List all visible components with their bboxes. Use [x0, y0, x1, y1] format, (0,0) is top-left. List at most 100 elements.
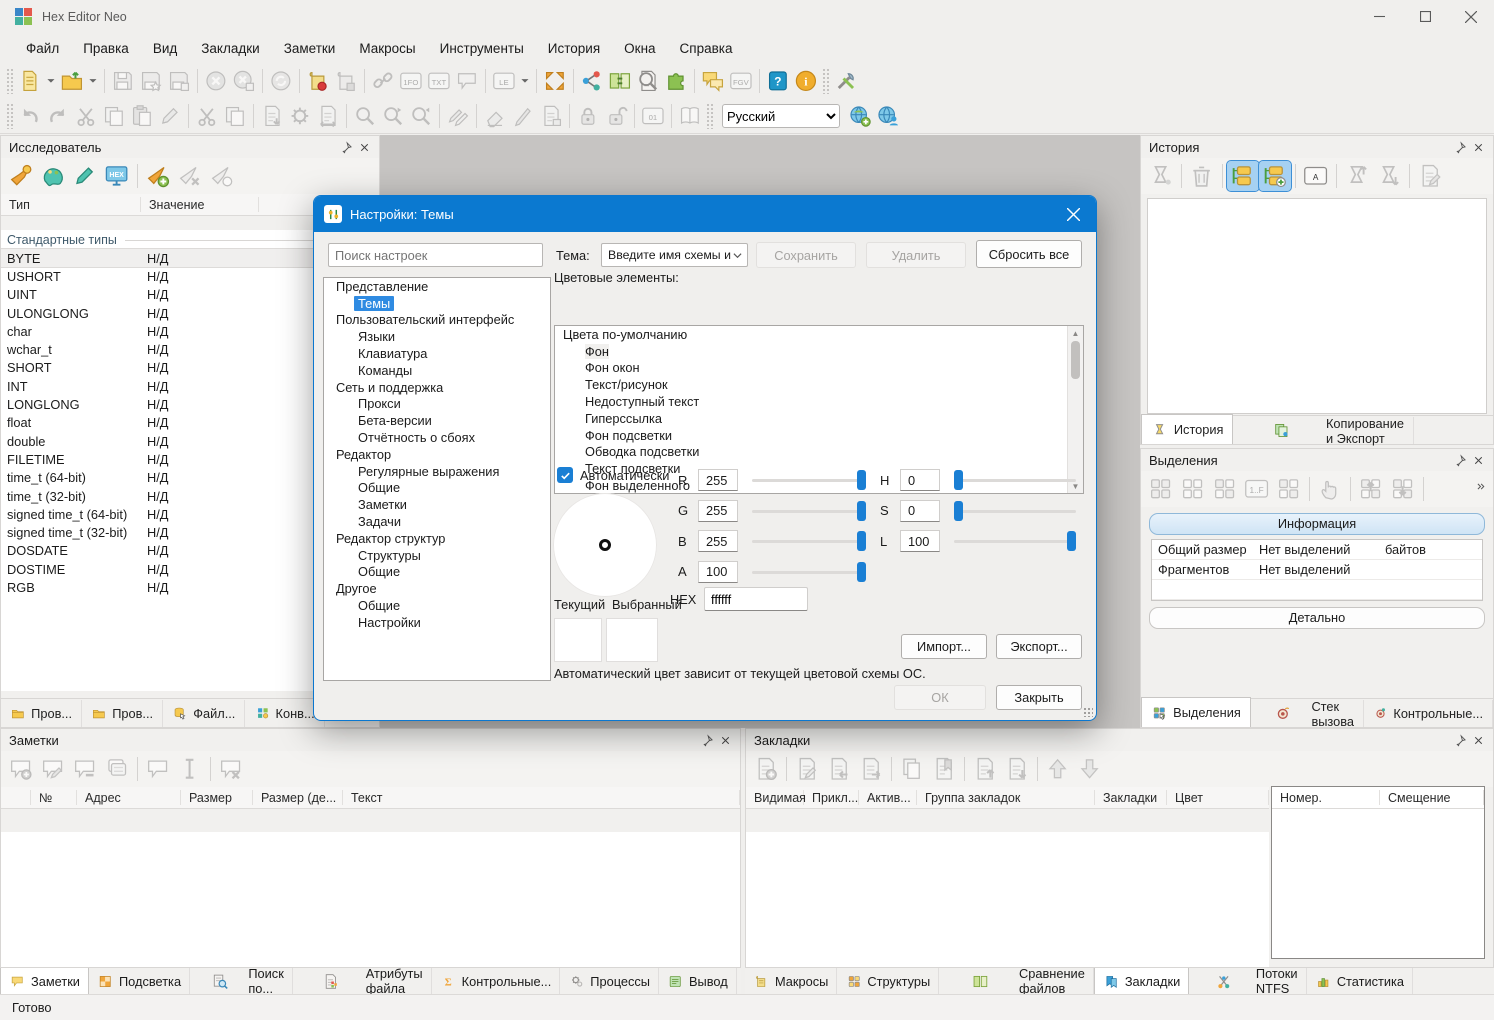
- slider-track[interactable]: [954, 540, 1076, 543]
- settings-tree-item-отчётность-о-сбоях[interactable]: Отчётность о сбоях: [324, 429, 550, 446]
- save-button[interactable]: [109, 67, 137, 95]
- tab-история[interactable]: История: [1141, 414, 1233, 444]
- slider-track[interactable]: [954, 479, 1076, 482]
- document-properties-button[interactable]: [537, 102, 565, 130]
- fit-to-window-button[interactable]: [541, 67, 569, 95]
- color-wheel[interactable]: [553, 493, 657, 597]
- history-branch-button[interactable]: [1145, 161, 1177, 191]
- find-next-button[interactable]: [379, 102, 407, 130]
- selections-detail-header[interactable]: Детально: [1149, 607, 1485, 629]
- channel-value-input[interactable]: 0: [900, 500, 940, 522]
- menu-справка[interactable]: Справка: [668, 37, 745, 60]
- settings-search-input[interactable]: [328, 243, 543, 267]
- explorer-torch-button[interactable]: [5, 161, 37, 191]
- about-button[interactable]: i: [792, 67, 820, 95]
- options-button[interactable]: [832, 67, 860, 95]
- tab-закладки[interactable]: Закладки: [1094, 968, 1189, 995]
- find-in-files-button[interactable]: [634, 67, 662, 95]
- bookmark-copy-button[interactable]: [896, 754, 928, 784]
- color-wheel-marker[interactable]: [599, 539, 611, 551]
- refresh-button[interactable]: [267, 67, 295, 95]
- pin-icon[interactable]: [1451, 731, 1469, 749]
- copy-button[interactable]: [100, 102, 128, 130]
- channel-value-input[interactable]: 100: [698, 561, 738, 583]
- settings-tree-item-прокси[interactable]: Прокси: [324, 396, 550, 413]
- bookmark-numbers-list[interactable]: Номер.Смещение: [1271, 786, 1485, 959]
- help-button[interactable]: ?: [764, 67, 792, 95]
- slider-thumb[interactable]: [954, 470, 963, 490]
- menu-макросы[interactable]: Макросы: [347, 37, 427, 60]
- channel-slider-s[interactable]: [954, 501, 1076, 521]
- close-all-button[interactable]: [230, 67, 258, 95]
- stop-macro-button[interactable]: [332, 67, 360, 95]
- note-inline-button[interactable]: [174, 754, 206, 784]
- notes-column-header[interactable]: Размер (де...: [253, 790, 343, 805]
- tab-подсветка[interactable]: Подсветка: [89, 968, 190, 994]
- maximize-button[interactable]: [1402, 0, 1448, 33]
- save-as-button[interactable]: [137, 67, 165, 95]
- save-all-button[interactable]: [165, 67, 193, 95]
- note-add-button[interactable]: [5, 754, 37, 784]
- settings-tree-item-задачи[interactable]: Задачи: [324, 513, 550, 530]
- copy-append-button[interactable]: [221, 102, 249, 130]
- slider-thumb[interactable]: [1067, 531, 1076, 551]
- close-icon[interactable]: [1469, 451, 1487, 469]
- slider-thumb[interactable]: [857, 531, 866, 551]
- settings-tree-item-представление[interactable]: Представление: [324, 278, 550, 295]
- keyboard-shortcuts-button[interactable]: FGV: [727, 67, 755, 95]
- selection-pick-button[interactable]: [1314, 474, 1346, 504]
- pin-icon[interactable]: [1451, 451, 1469, 469]
- tab-контрольные-[interactable]: ΣКонтрольные...: [432, 968, 561, 994]
- tab-процессы[interactable]: Процессы: [560, 968, 659, 994]
- channel-slider-h[interactable]: [954, 470, 1076, 490]
- reset-all-button[interactable]: Сбросить все: [976, 240, 1082, 268]
- color-element-item[interactable]: Фон подсветки: [555, 427, 1083, 444]
- ok-button[interactable]: ОК: [894, 685, 986, 710]
- color-element-item[interactable]: Текст/рисунок: [555, 376, 1083, 393]
- feedback-button[interactable]: [699, 67, 727, 95]
- menu-файл[interactable]: Файл: [14, 37, 71, 60]
- bookmarks-column-header[interactable]: Прикл...: [804, 790, 859, 805]
- notes-column-header[interactable]: №: [31, 790, 77, 805]
- history-clear-button[interactable]: [1186, 161, 1218, 191]
- selection-none-button[interactable]: [1177, 474, 1209, 504]
- tab-выделения[interactable]: Выделения: [1141, 697, 1251, 727]
- settings-tree-item-общие[interactable]: Общие: [324, 597, 550, 614]
- bookmark-next-button[interactable]: [1074, 754, 1106, 784]
- pin-icon[interactable]: [698, 731, 716, 749]
- edit-button[interactable]: [156, 102, 184, 130]
- channel-value-input[interactable]: 255: [698, 469, 738, 491]
- settings-tree-item-общие[interactable]: Общие: [324, 564, 550, 581]
- close-button[interactable]: [1448, 0, 1494, 33]
- menu-история[interactable]: История: [536, 37, 612, 60]
- settings-tree-item-структуры[interactable]: Структуры: [324, 547, 550, 564]
- resize-document-button[interactable]: [314, 102, 342, 130]
- explorer-remove-type-button[interactable]: [174, 161, 206, 191]
- tab-пров-[interactable]: Пров...: [1, 700, 82, 727]
- toolbar-grip[interactable]: [706, 103, 714, 129]
- dialog-close-footer-button[interactable]: Закрыть: [996, 685, 1082, 710]
- settings-tree-item-языки[interactable]: Языки: [324, 328, 550, 345]
- tab-стек-вызова[interactable]: Стек вызова: [1251, 700, 1364, 727]
- bookmarks-column-header[interactable]: Актив...: [859, 790, 917, 805]
- paste-button[interactable]: [128, 102, 156, 130]
- note-delete-all-button[interactable]: [215, 754, 247, 784]
- explorer-palette-button[interactable]: [37, 161, 69, 191]
- bookmark-add-button[interactable]: [750, 754, 782, 784]
- history-save-button[interactable]: [1414, 161, 1446, 191]
- notes-column-header[interactable]: Размер: [181, 790, 253, 805]
- undo-button[interactable]: [16, 102, 44, 130]
- selection-export-button[interactable]: [1355, 474, 1387, 504]
- tab-атрибуты-файла[interactable]: Атрибуты файла: [293, 968, 432, 994]
- language-account-button[interactable]: [874, 102, 902, 130]
- open-file-button[interactable]: [58, 67, 86, 95]
- replace-button[interactable]: [444, 102, 472, 130]
- add-language-button[interactable]: [846, 102, 874, 130]
- close-file-button[interactable]: [202, 67, 230, 95]
- resize-grip[interactable]: [1083, 707, 1093, 717]
- tab-пров-[interactable]: Пров...: [82, 700, 163, 727]
- settings-tree-item-сеть-и-поддержка[interactable]: Сеть и поддержка: [324, 379, 550, 396]
- toolbar-grip[interactable]: [6, 68, 14, 94]
- erase-button[interactable]: [481, 102, 509, 130]
- selection-save-button[interactable]: [1273, 474, 1305, 504]
